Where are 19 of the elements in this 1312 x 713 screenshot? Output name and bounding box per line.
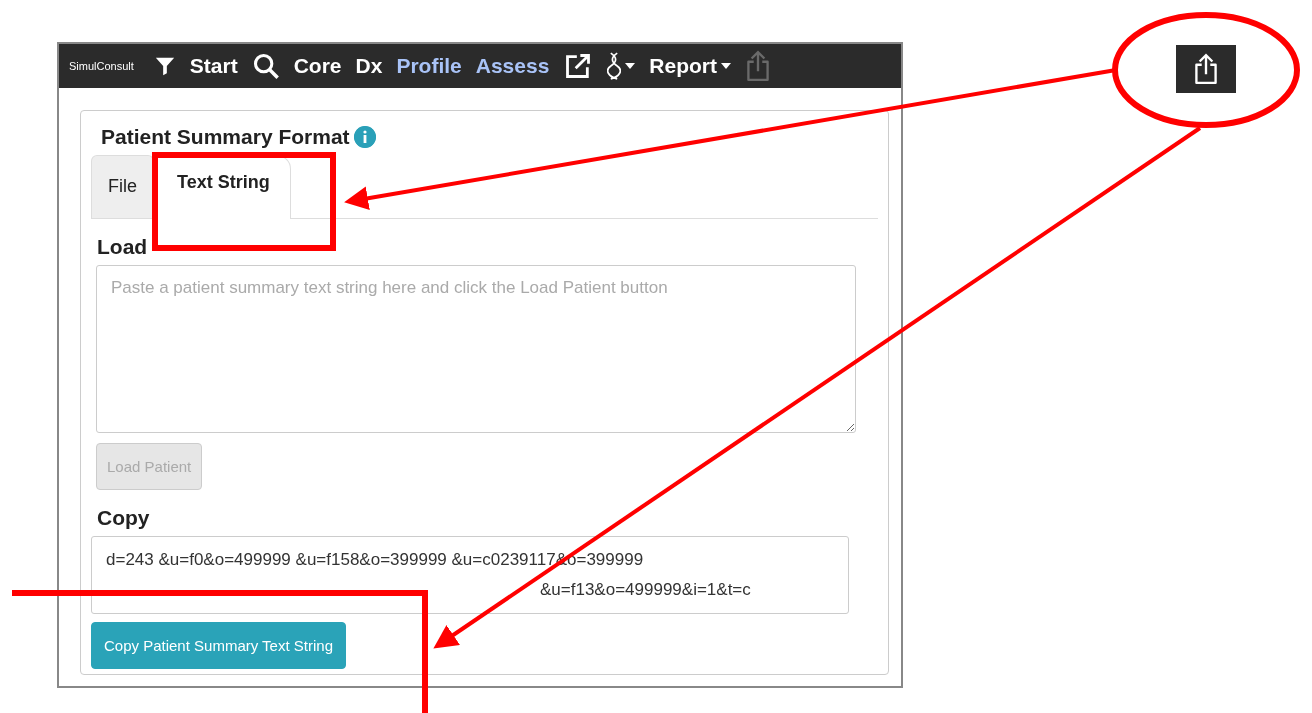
nav-link[interactable]: Dx bbox=[355, 54, 383, 78]
share-icon[interactable] bbox=[1193, 53, 1219, 85]
app-logo: SimulConsult bbox=[69, 60, 134, 72]
nav-link[interactable]: Profile bbox=[396, 54, 462, 78]
section-heading: Copy bbox=[97, 506, 151, 530]
info-icon[interactable] bbox=[353, 126, 376, 148]
section-heading: Load bbox=[97, 235, 149, 259]
panel-title: Patient Summary Format bbox=[101, 125, 350, 149]
text-line: &u=f13&o=499999&i=1&t=c bbox=[539, 579, 751, 601]
dna-icon[interactable] bbox=[607, 51, 622, 81]
nav-link[interactable]: Start bbox=[189, 54, 238, 78]
filter-icon[interactable] bbox=[153, 55, 176, 77]
text-string-field[interactable]: Paste a patient summary text string here and click the Load Patient button bbox=[96, 265, 856, 433]
tab[interactable]: File bbox=[91, 155, 154, 218]
tab[interactable]: Text String bbox=[156, 155, 291, 219]
search-icon[interactable] bbox=[251, 52, 280, 80]
nav-link[interactable]: Assess bbox=[475, 54, 550, 78]
nav-link[interactable]: Core bbox=[293, 54, 342, 78]
nav-link[interactable]: Report bbox=[649, 54, 717, 78]
